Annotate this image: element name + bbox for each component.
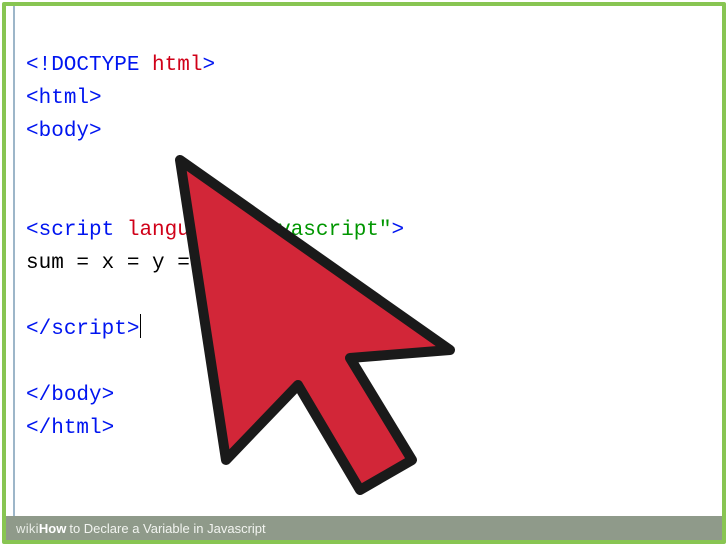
code-token: y xyxy=(152,252,165,275)
code-token: html xyxy=(39,87,89,110)
code-token: < xyxy=(26,219,39,242)
code-token: body xyxy=(39,120,89,143)
code-token: </ xyxy=(26,318,51,341)
editor-gutter-line xyxy=(13,6,15,540)
code-token: < xyxy=(26,87,39,110)
caption-text: to Declare a Variable in Javascript xyxy=(69,521,265,536)
code-token: </ xyxy=(26,417,51,440)
code-token: > xyxy=(89,120,102,143)
code-token: 0 xyxy=(202,252,215,275)
code-token: html xyxy=(152,54,202,77)
code-token: " xyxy=(379,219,392,242)
tutorial-step-frame: <!DOCTYPE html> <html> <body> <script la… xyxy=(0,0,728,546)
text-caret xyxy=(140,314,141,338)
code-token: language xyxy=(127,219,228,242)
code-token: = xyxy=(165,252,203,275)
code-token: < xyxy=(26,120,39,143)
code-token: = xyxy=(228,219,241,242)
code-token: > xyxy=(392,219,405,242)
code-token: html xyxy=(51,417,101,440)
code-token: > xyxy=(102,384,115,407)
code-token: </ xyxy=(26,384,51,407)
code-token: = xyxy=(64,252,102,275)
code-token: x xyxy=(102,252,115,275)
code-token: " xyxy=(240,219,253,242)
code-token: sum xyxy=(26,252,64,275)
code-token: script xyxy=(39,219,115,242)
code-token: body xyxy=(51,384,101,407)
caption-bar: wikiHow to Declare a Variable in Javascr… xyxy=(6,516,722,540)
code-token: <!DOCTYPE xyxy=(26,54,152,77)
code-token: > xyxy=(102,417,115,440)
code-token: = xyxy=(114,252,152,275)
code-token xyxy=(114,219,127,242)
code-token: > xyxy=(127,318,140,341)
brand-how: How xyxy=(39,521,66,536)
code-token: script xyxy=(51,318,127,341)
code-token: > xyxy=(89,87,102,110)
code-editor-content: <!DOCTYPE html> <html> <body> <script la… xyxy=(26,16,716,478)
brand-prefix: wiki xyxy=(16,521,39,536)
code-token: > xyxy=(202,54,215,77)
code-token: javascript xyxy=(253,219,379,242)
